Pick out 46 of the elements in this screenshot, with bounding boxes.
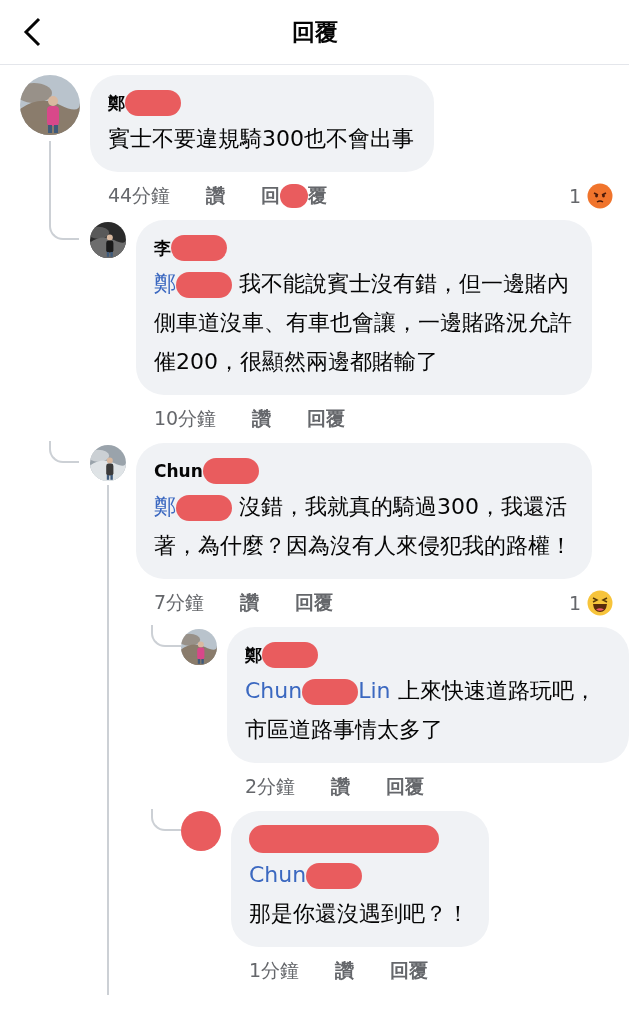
redaction-mark — [280, 184, 309, 208]
redaction-mark — [125, 90, 181, 116]
comment-text: Chun Lin 上來快速道路玩吧，市區道路事情太多了 — [245, 677, 597, 744]
thread-connector — [49, 218, 79, 240]
mention-link[interactable]: Lin — [358, 678, 391, 703]
like-button[interactable]: 讚 — [206, 183, 226, 209]
commenter-name[interactable]: 鄭 — [108, 91, 125, 115]
comment-time: 10分鐘 — [154, 406, 217, 431]
reply-button[interactable]: 回覆 — [295, 590, 334, 616]
like-button[interactable]: 讚 — [335, 958, 355, 984]
reply-button[interactable]: 回 覆 — [261, 183, 328, 209]
like-button[interactable]: 讚 — [331, 774, 351, 800]
redaction-mark — [202, 458, 259, 484]
redaction-mark — [306, 863, 363, 889]
reaction-count: 1 — [568, 185, 581, 207]
comment-text: 鄭 沒錯，我就真的騎過300，我還活著，為什麼？因為沒有人來侵犯我的路權！ — [154, 493, 572, 560]
redaction-mark — [176, 495, 232, 521]
redaction-mark — [176, 272, 232, 298]
comment-text: 鄭 我不能說賓士沒有錯，但一邊賭內側車道沒車、有車也會讓，一邊賭路況允許催200，很顯然兩邊都賭輸了 — [154, 270, 572, 376]
reaction-count: 1 — [568, 592, 581, 614]
commenter-name[interactable]: 鄭 — [245, 643, 262, 667]
commenter-name[interactable]: 李 — [154, 236, 171, 260]
mention-link[interactable]: Chun — [245, 678, 303, 703]
comment-text: Chun 那是你還沒遇到吧？！ — [249, 861, 469, 928]
reply-button[interactable]: 回覆 — [386, 774, 425, 800]
mention-link[interactable]: 鄭 — [154, 494, 176, 519]
redaction-mark — [262, 642, 318, 668]
comment-time: 7分鐘 — [154, 590, 205, 615]
thread-connector — [151, 625, 181, 647]
laughing-emoji-icon — [587, 590, 613, 616]
mention-link[interactable]: 鄭 — [154, 271, 176, 296]
mention-link[interactable]: Chun — [249, 862, 307, 887]
reply-button[interactable]: 回覆 — [390, 958, 429, 984]
redaction-mark — [171, 235, 227, 261]
angry-emoji-icon — [587, 183, 613, 209]
redaction-mark — [302, 679, 359, 705]
like-button[interactable]: 讚 — [252, 406, 272, 432]
like-button[interactable]: 讚 — [240, 590, 260, 616]
reply-button[interactable]: 回覆 — [307, 406, 346, 432]
comment-time: 2分鐘 — [245, 774, 296, 799]
comment-text: 賓士不要違規騎300也不會出事 — [108, 125, 414, 153]
comment-time: 1分鐘 — [249, 958, 300, 983]
page-title: 回覆 — [291, 17, 338, 47]
commenter-name[interactable]: Chun — [154, 461, 203, 481]
comment-time: 44分鐘 — [108, 183, 171, 208]
thread-connector — [49, 441, 79, 463]
